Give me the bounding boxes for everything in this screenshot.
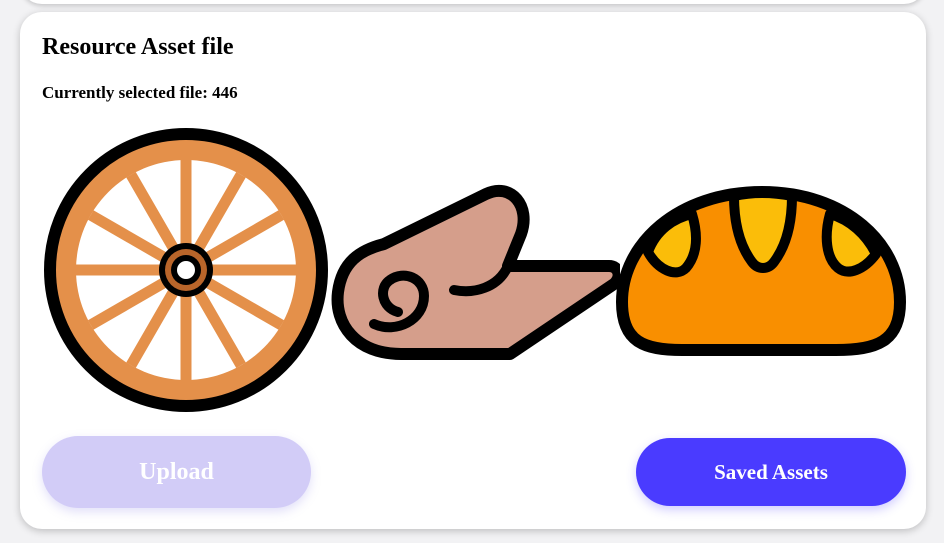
asset-wheel[interactable] bbox=[40, 124, 332, 416]
selected-file-label: Currently selected file: 446 bbox=[42, 83, 238, 102]
saved-assets-button[interactable]: Saved Assets bbox=[636, 438, 906, 506]
upload-button[interactable]: Upload bbox=[42, 436, 311, 508]
card-title: Resource Asset file bbox=[42, 34, 234, 60]
wagon-wheel-icon bbox=[44, 128, 328, 412]
resource-asset-card: Resource Asset file Currently selected f… bbox=[20, 12, 926, 529]
bread-loaf-icon bbox=[616, 186, 906, 356]
rolled-mat-icon bbox=[331, 184, 625, 360]
previous-card-edge bbox=[20, 0, 926, 4]
asset-bread[interactable] bbox=[616, 184, 908, 360]
asset-rolled-mat[interactable] bbox=[326, 184, 625, 364]
